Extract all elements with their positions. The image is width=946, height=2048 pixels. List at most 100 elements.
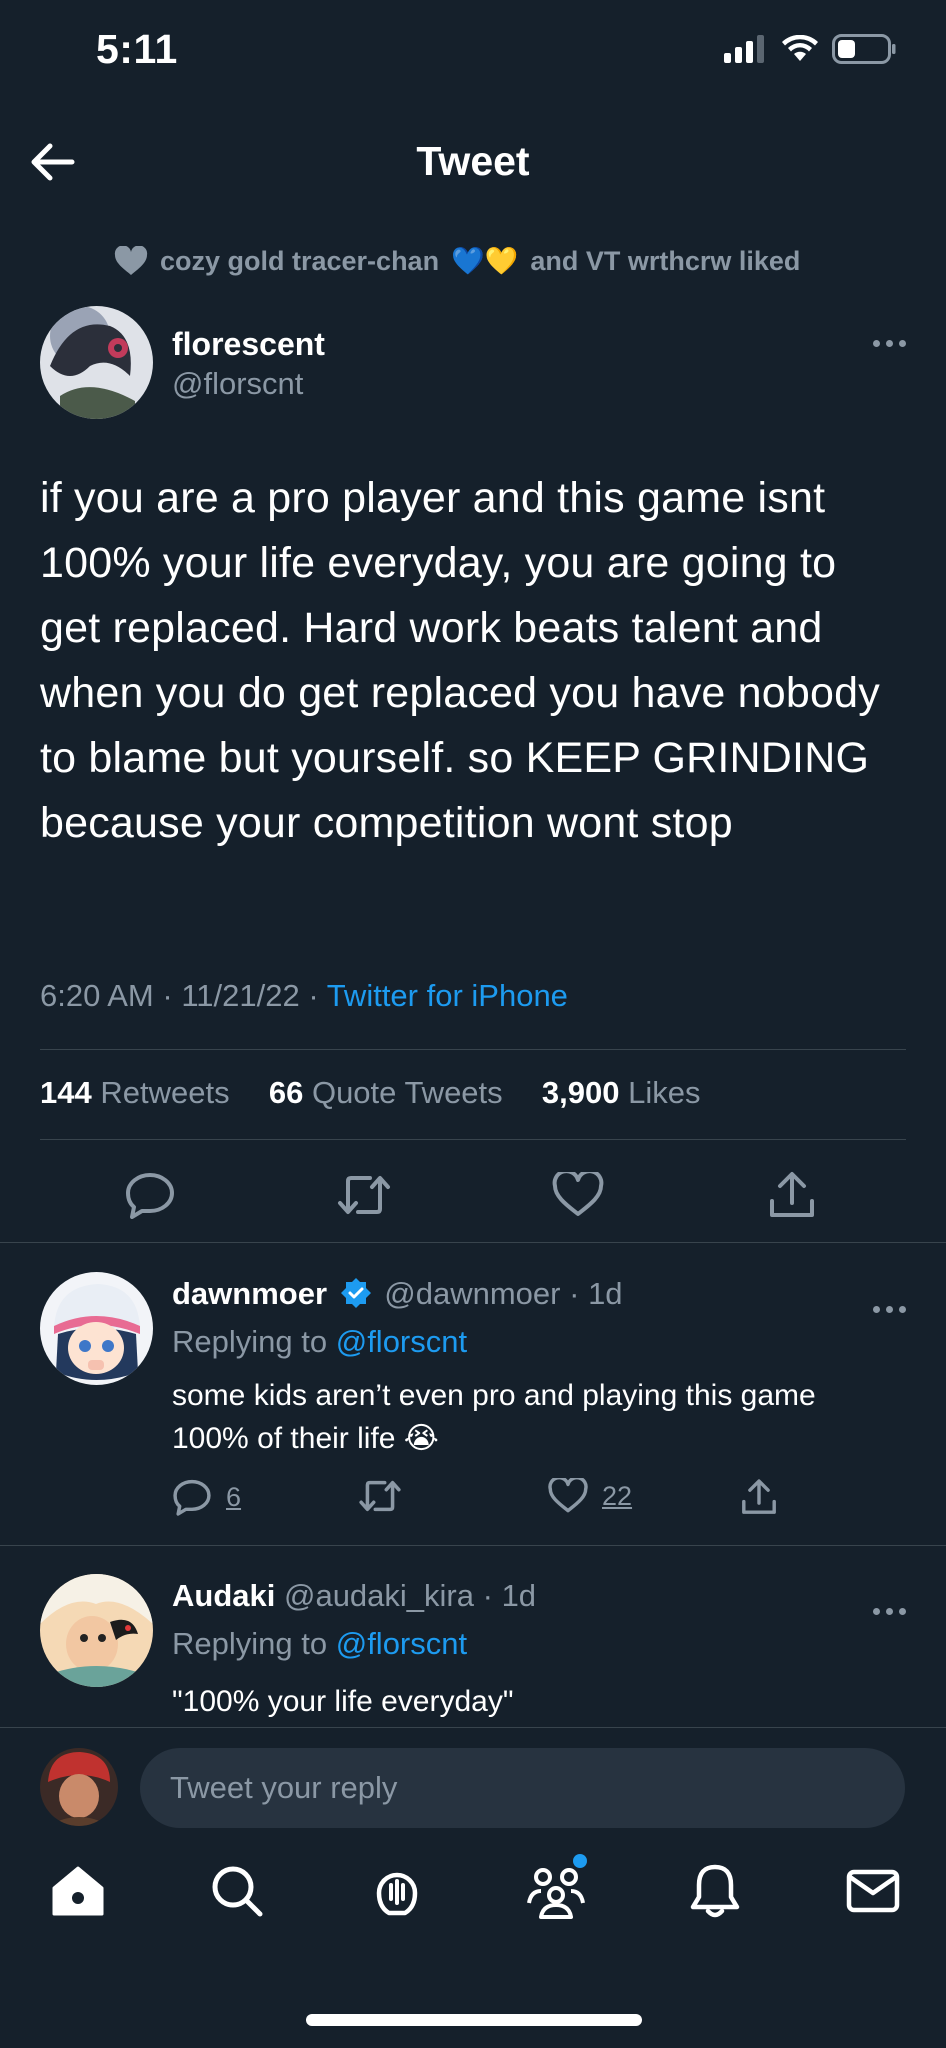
more-dot: [899, 1607, 906, 1615]
reply-author-name[interactable]: dawnmoer: [172, 1276, 327, 1311]
likes-stat[interactable]: 3,900 Likes: [542, 1075, 701, 1110]
wifi-icon: [782, 35, 818, 61]
heart-outline-icon: [552, 1172, 604, 1216]
home-indicator: [306, 2014, 642, 2026]
tab-search[interactable]: [202, 1856, 272, 1926]
share-button[interactable]: [762, 1165, 822, 1225]
reply-time: 1d: [588, 1276, 623, 1311]
reply-button[interactable]: [120, 1165, 180, 1225]
meta-separator: ·: [308, 978, 327, 1013]
tab-spaces[interactable]: [362, 1856, 432, 1926]
tweet-date: 11/21/22: [181, 978, 300, 1013]
reply-text: some kids aren’t even pro and playing th…: [172, 1379, 816, 1455]
reply-header: dawnmoer @dawnmoer · 1d: [172, 1276, 623, 1312]
reply-tweet[interactable]: dawnmoer @dawnmoer · 1d Replying to @flo…: [40, 1272, 906, 1522]
reply-author-name[interactable]: Audaki: [172, 1578, 275, 1613]
divider: [40, 1049, 906, 1050]
page-title: Tweet: [416, 138, 530, 184]
meta-separator: ·: [162, 978, 182, 1013]
messages-icon: [846, 1869, 900, 1913]
retweets-label: Retweets: [100, 1075, 230, 1110]
tab-notifications[interactable]: [680, 1856, 750, 1926]
top-nav-bar: Tweet: [0, 120, 946, 210]
tweet-source-link[interactable]: Twitter for iPhone: [327, 978, 568, 1013]
verified-badge-icon: [340, 1278, 371, 1308]
reply-actions: 6 22: [172, 1478, 906, 1526]
retweet-button[interactable]: [334, 1165, 394, 1225]
tweet-actions: [40, 1165, 906, 1225]
more-options-button[interactable]: [856, 328, 906, 358]
more-dot: [873, 1305, 880, 1313]
more-options-button[interactable]: [856, 1596, 906, 1626]
social-context[interactable]: cozy gold tracer-chan 💙💛 and VT wrthcrw …: [114, 245, 800, 277]
avatar[interactable]: [40, 1574, 153, 1687]
author-name[interactable]: florescent: [172, 326, 325, 363]
tweet-meta: 6:20 AM · 11/21/22 · Twitter for iPhone: [40, 978, 568, 1014]
tweet-author: florescent @florscnt: [40, 306, 906, 422]
communities-icon: [527, 1868, 585, 1919]
replying-to-label: Replying to: [172, 1626, 328, 1661]
share-icon: [742, 1479, 776, 1514]
cellular-signal-icon: [724, 35, 764, 63]
quotes-count: 66: [268, 1075, 304, 1110]
like-button[interactable]: 22: [548, 1478, 632, 1514]
more-dot: [899, 339, 906, 347]
divider: [0, 1242, 946, 1243]
reply-author-handle[interactable]: @audaki_kira: [284, 1578, 474, 1613]
retweets-stat[interactable]: 144 Retweets: [40, 1075, 230, 1110]
reply-tweet[interactable]: Audaki @audaki_kira · 1d Replying to @fl…: [40, 1574, 906, 1726]
social-context-users: cozy gold tracer-chan: [160, 245, 440, 276]
avatar[interactable]: [40, 306, 153, 419]
replying-to-handle[interactable]: @florscnt: [336, 1324, 467, 1359]
search-icon: [212, 1866, 263, 1917]
retweet-button[interactable]: [358, 1478, 416, 1514]
reply-composer: Tweet your reply: [0, 1727, 946, 1833]
social-context-action: and VT wrthcrw liked: [530, 245, 801, 276]
quotes-label: Quote Tweets: [311, 1075, 503, 1110]
reply-text: "100% your life everyday": [172, 1685, 514, 1718]
tweet-detail-screen: 5:11 Tweet cozy gold tracer-chan 💙💛 and …: [0, 0, 946, 2048]
replying-to-handle[interactable]: @florscnt: [336, 1626, 467, 1661]
avatar[interactable]: [40, 1272, 153, 1385]
more-dot: [899, 1305, 906, 1313]
retweets-count: 144: [40, 1075, 92, 1110]
likes-label: Likes: [628, 1075, 701, 1110]
reply-author-handle[interactable]: @dawnmoer: [384, 1276, 560, 1311]
status-time: 5:11: [96, 26, 178, 72]
tweet-text: if you are a pro player and this game is…: [40, 474, 880, 847]
likes-count: 3,900: [541, 1075, 620, 1110]
reply-count: 6: [226, 1481, 242, 1512]
reply-header: Audaki @audaki_kira · 1d: [172, 1578, 536, 1614]
more-dot: [886, 1305, 893, 1313]
more-dot: [873, 339, 880, 347]
author-handle[interactable]: @florscnt: [172, 366, 303, 402]
tab-messages[interactable]: [838, 1856, 908, 1926]
reply-icon: [126, 1173, 174, 1219]
reply-icon: [173, 1479, 211, 1516]
meta-separator: ·: [474, 1578, 502, 1613]
reply-time: 1d: [501, 1578, 537, 1613]
bottom-tab-bar: [0, 1854, 946, 1966]
tab-communities[interactable]: [521, 1854, 591, 1926]
more-options-button[interactable]: [856, 1294, 906, 1324]
like-button[interactable]: [548, 1165, 608, 1225]
reply-input[interactable]: Tweet your reply: [140, 1748, 905, 1828]
retweet-icon: [338, 1176, 390, 1214]
replying-to: Replying to @florscnt: [172, 1626, 467, 1662]
avatar[interactable]: [40, 1748, 118, 1826]
quotes-stat[interactable]: 66 Quote Tweets: [269, 1075, 503, 1110]
tab-home[interactable]: [43, 1856, 113, 1926]
share-button[interactable]: [740, 1478, 778, 1516]
share-icon: [770, 1172, 814, 1217]
heart-outline-icon: [548, 1478, 588, 1513]
replying-to-label: Replying to: [172, 1324, 328, 1359]
more-dot: [873, 1607, 880, 1615]
notification-dot: [573, 1854, 587, 1868]
like-count: 22: [602, 1480, 633, 1511]
tweet-time: 6:20 AM: [40, 978, 154, 1013]
status-bar: 5:11: [0, 0, 946, 104]
reply-button[interactable]: 6: [172, 1478, 241, 1516]
spaces-icon: [376, 1872, 418, 1916]
notifications-icon: [690, 1864, 740, 1918]
tweet-stats: 144 Retweets 66 Quote Tweets 3,900 Likes: [40, 1075, 701, 1111]
